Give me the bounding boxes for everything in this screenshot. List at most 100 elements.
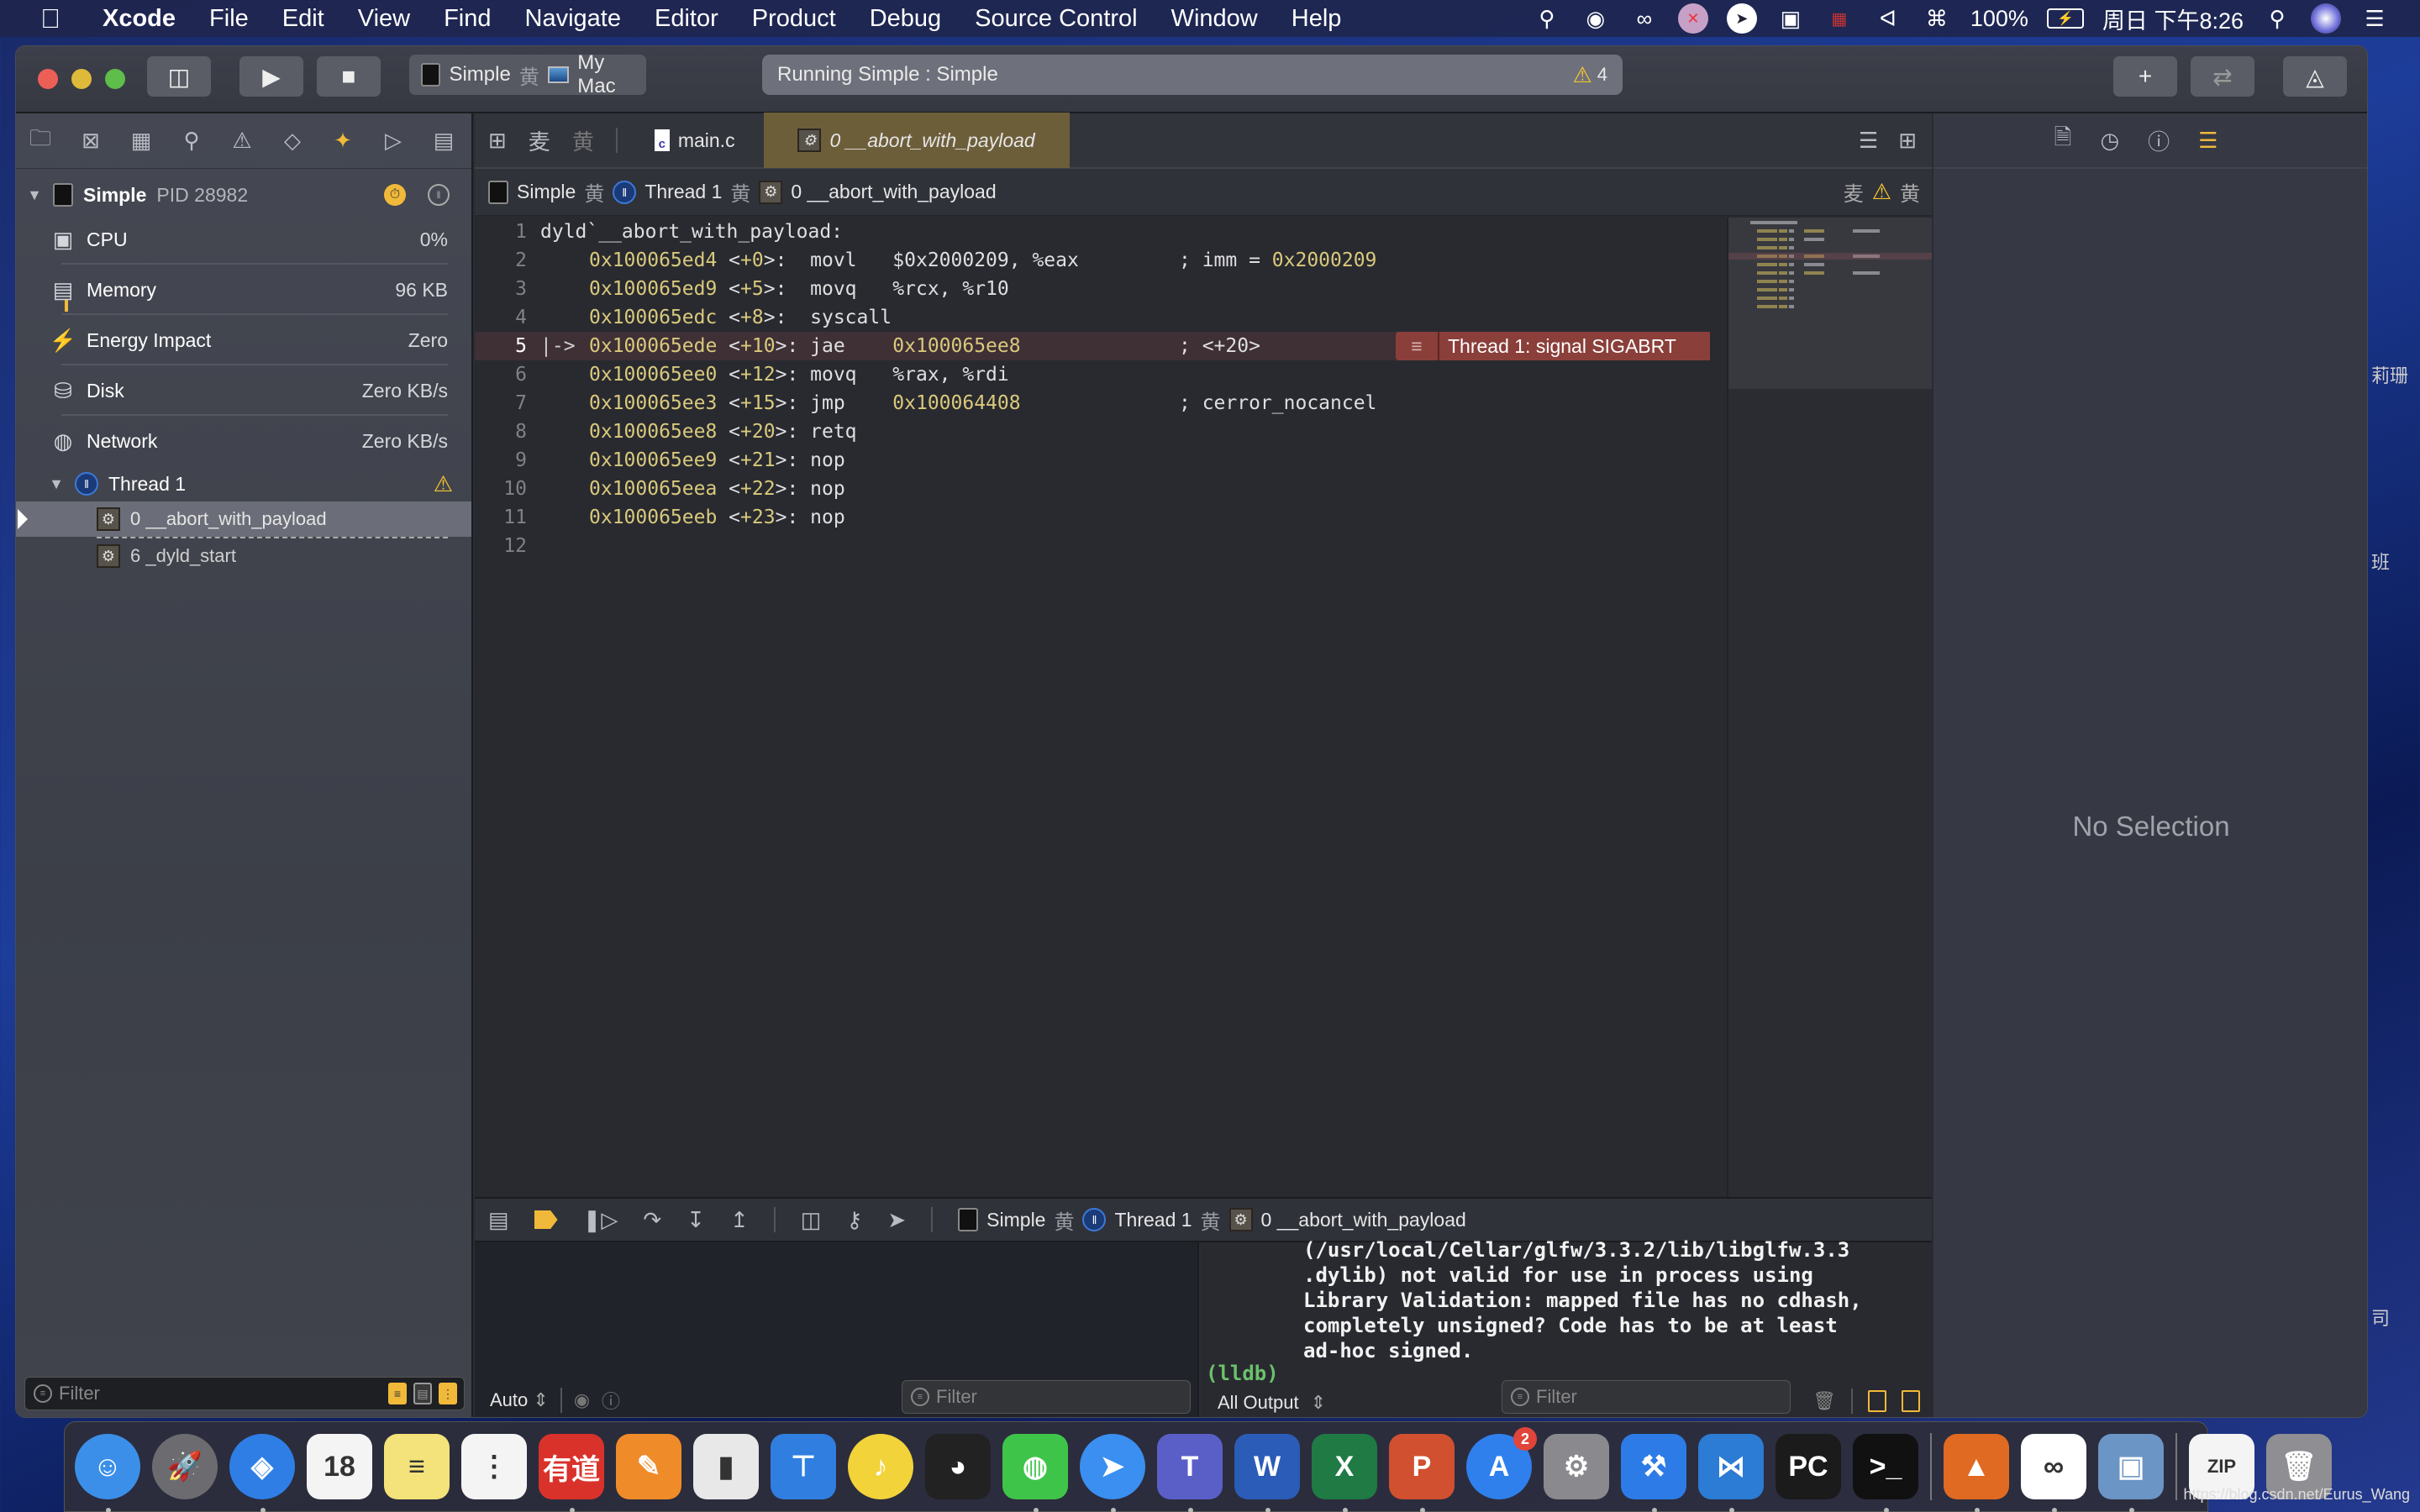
minimap[interactable] (1727, 218, 1932, 1197)
code-line[interactable]: 2 0x100065ed4 < +0 >: movl $0x2000209, %eax;… (475, 246, 1710, 275)
jumpbar-item[interactable]: 0 __abort_with_payload (791, 181, 996, 203)
dock-reminders[interactable]: ⋮ (461, 1434, 527, 1499)
issue-navigator-icon[interactable]: ⚠ (229, 128, 255, 154)
warnings-indicator[interactable]: ⚠ 4 (1572, 62, 1607, 88)
stop-button[interactable]: ■ (317, 56, 381, 97)
apple-menu-icon[interactable]:  (34, 3, 67, 34)
dock-xcode[interactable]: ⚒ (1621, 1434, 1686, 1512)
history-inspector-icon[interactable]: ◷ (2100, 128, 2119, 154)
show-crashed-threads-toggle[interactable]: ≡ (388, 1383, 407, 1404)
app-status-icon[interactable]: ✕ (1677, 3, 1708, 34)
code-line[interactable]: 6 0x100065ee0 < +12 >: movq %rax, %rdi (475, 360, 1710, 389)
dock-keynote[interactable]: ⊤ (771, 1434, 836, 1499)
step-over-icon[interactable]: ↷ (643, 1207, 661, 1233)
siri-icon[interactable] (2311, 3, 2341, 34)
add-editor-icon[interactable]: ⊞ (1898, 128, 1917, 154)
dock-word[interactable]: W (1234, 1434, 1300, 1512)
dock-safari[interactable]: ◈ (229, 1434, 295, 1512)
menu-navigate[interactable]: Navigate (508, 5, 638, 33)
gauge-row-memory[interactable]: ▤ Memory 96 KB (16, 265, 471, 315)
file-inspector-icon[interactable]: 🗎 (2054, 122, 2072, 159)
editor-options-icon[interactable]: ☰ (1859, 128, 1878, 154)
dock-calendar[interactable]: 18 (307, 1434, 372, 1499)
uk-flag-icon[interactable]: ▦ (1824, 3, 1854, 34)
notification-center-icon[interactable]: ☰ (2360, 3, 2390, 34)
dock-notes[interactable]: ≡ (384, 1434, 450, 1499)
menu-product[interactable]: Product (735, 5, 853, 33)
dock-youdao-dict[interactable]: 有道 (539, 1434, 604, 1512)
bluetooth-icon[interactable]: ᐊ (1873, 3, 1903, 34)
debug-crumb[interactable]: 0 __abort_with_payload (1261, 1209, 1466, 1231)
dock-finder[interactable]: ☺ (75, 1434, 140, 1512)
dock-qq-music[interactable]: ♪ (848, 1434, 913, 1499)
code-line[interactable]: 12 (475, 532, 1710, 560)
code-line[interactable]: 4 0x100065edc < +8 >: syscall (475, 303, 1710, 332)
code-line[interactable]: 8 0x100065ee8 < +20 >: retq (475, 417, 1710, 446)
show-console-view-icon[interactable] (1902, 1390, 1920, 1412)
stack-frame-row[interactable]: ⚙ 6 _dyld_start (16, 538, 471, 574)
console-output-selector[interactable]: All Output ⇕ (1218, 1392, 1326, 1414)
attributes-inspector-icon[interactable]: ☰ (2198, 128, 2217, 154)
toggle-inspector-button[interactable]: ◬ (2283, 56, 2347, 97)
project-navigator-icon[interactable]: 🗀 (28, 123, 53, 160)
code-line[interactable]: 11 0x100065eeb < +23 >: nop (475, 503, 1710, 532)
dock-qq[interactable]: ◕ (925, 1434, 991, 1499)
gauge-row-disk[interactable]: ⛁ Disk Zero KB/s (16, 365, 471, 416)
display-icon[interactable]: ▣ (1776, 3, 1806, 34)
step-out-icon[interactable]: ↥ (730, 1207, 749, 1233)
debug-crumb[interactable]: Simple (986, 1209, 1045, 1231)
dingtalk-icon[interactable]: ➤ (1726, 3, 1757, 34)
library-button[interactable]: + (2113, 56, 2177, 97)
simulate-location-icon[interactable]: ➤ (887, 1207, 906, 1233)
pause-process-icon[interactable]: ‖ (428, 184, 450, 206)
menu-edit[interactable]: Edit (266, 5, 341, 33)
qq-search-icon[interactable]: ⚲ (1532, 3, 1562, 34)
test-navigator-icon[interactable]: ◇ (280, 128, 305, 154)
menu-source-control[interactable]: Source Control (958, 5, 1154, 33)
window-zoom-button[interactable] (105, 69, 125, 89)
disassembly-view[interactable]: 1 dyld`__abort_with_payload: 2 0x100065ed4 … (475, 218, 1710, 1197)
console-view[interactable]: (/usr/local/Cellar/glfw/3.3.2/lib/libglf… (1201, 1238, 1932, 1417)
lldb-prompt[interactable]: (lldb) (1206, 1362, 1279, 1385)
run-button[interactable]: ▶ (239, 56, 303, 97)
activity-view[interactable]: Running Simple : Simple ⚠ 4 (762, 55, 1623, 95)
source-control-navigator-icon[interactable]: ⊠ (78, 128, 103, 154)
menu-file[interactable]: File (192, 5, 266, 33)
wechat-icon[interactable]: ◉ (1581, 3, 1611, 34)
disclosure-triangle-icon[interactable]: ▼ (48, 475, 65, 493)
gauge-row-network[interactable]: ◍ Network Zero KB/s (16, 416, 471, 466)
code-line[interactable]: 9 0x100065ee9 < +21 >: nop (475, 446, 1710, 475)
code-review-button[interactable]: ⇄ (2191, 56, 2254, 97)
next-issue-icon[interactable]: ⻩ (1900, 177, 1920, 207)
dock-numbers[interactable]: ▮ (693, 1434, 759, 1499)
dock-app-store[interactable]: A2 (1466, 1427, 1537, 1499)
clock[interactable]: 周日 下午8:26 (2102, 3, 2244, 35)
quick-look-icon[interactable]: ◉ (574, 1389, 590, 1411)
previous-issue-icon[interactable]: ⻨ (1844, 177, 1864, 207)
breakpoints-toggle-icon[interactable] (534, 1210, 558, 1229)
breakpoint-navigator-icon[interactable]: ▷ (381, 128, 406, 154)
show-only-running-blocks-toggle[interactable]: ▤ (413, 1383, 432, 1404)
disclosure-triangle-icon[interactable]: ▼ (26, 186, 43, 204)
menu-app-name[interactable]: Xcode (89, 5, 192, 33)
dock-wechat[interactable]: ◍ (1002, 1434, 1068, 1512)
dock-dingtalk[interactable]: ➤ (1080, 1434, 1145, 1512)
symbol-navigator-icon[interactable]: ▦ (129, 128, 154, 154)
dock-powerpoint[interactable]: P (1389, 1434, 1455, 1512)
dock-preview[interactable]: ▣ (2098, 1434, 2164, 1512)
console-filter-field[interactable]: ≡ Filter (1502, 1380, 1791, 1414)
code-line[interactable]: 5 |-> 0x100065ede < +10 >: jae 0x100065ee8 ; <… (475, 332, 1710, 360)
scheme-selector[interactable]: Simple ⻩ My Mac (409, 51, 646, 97)
dock-vscode[interactable]: ⋈ (1698, 1434, 1764, 1512)
battery-charging-icon[interactable]: ⚡ (2046, 8, 2084, 29)
dock-pages[interactable]: ✎ (616, 1434, 681, 1499)
wifi-icon[interactable]: ⌘ (1922, 3, 1952, 34)
menu-find[interactable]: Find (427, 5, 508, 33)
code-line[interactable]: 7 0x100065ee3 < +15 >: jmp 0x100064408 ; cerr… (475, 389, 1710, 417)
dock-excel[interactable]: X (1312, 1434, 1377, 1512)
variables-scope-selector[interactable]: Auto ⇕ (490, 1389, 549, 1411)
gauge-row-cpu[interactable]: ▣ CPU 0% (16, 214, 471, 265)
hide-debug-area-icon[interactable]: ▤ (488, 1207, 509, 1233)
annotation-menu-icon[interactable]: ≡ (1396, 332, 1439, 360)
code-line[interactable]: 1 dyld`__abort_with_payload: (475, 218, 1710, 246)
